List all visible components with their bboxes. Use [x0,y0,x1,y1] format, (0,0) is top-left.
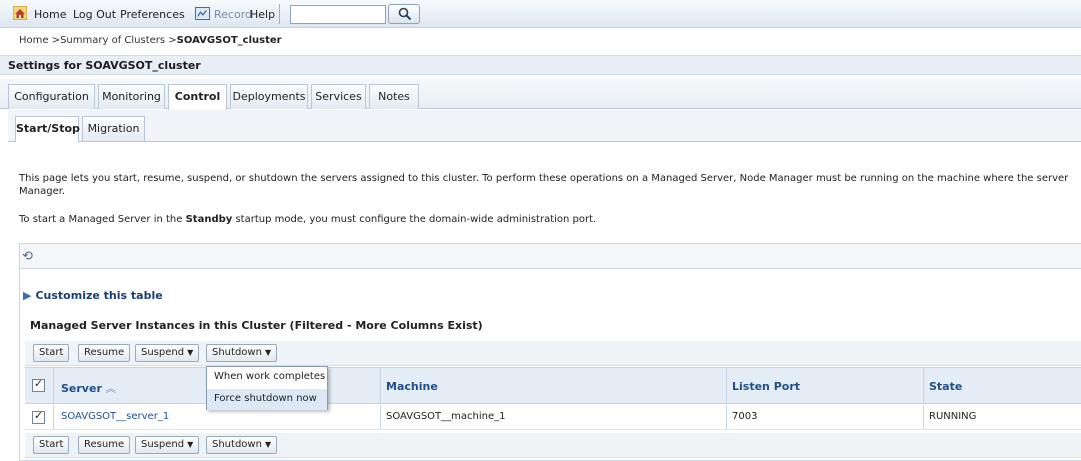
suspend-button[interactable]: Suspend ▼ [135,436,200,454]
column-divider [726,405,727,429]
description-line-2: To start a Managed Server in the Standby… [19,213,596,226]
subtab-start-stop[interactable]: Start/Stop [15,116,80,142]
tab-notes[interactable]: Notes [369,84,419,109]
column-divider [923,405,924,429]
tab-deployments[interactable]: Deployments [230,84,308,109]
column-header-server[interactable]: Server ︽ [61,380,116,395]
column-divider [923,368,924,403]
expand-arrow-icon: ▶ [23,289,32,302]
column-divider [380,405,381,429]
logout-link[interactable]: Log Out [73,8,116,21]
column-header-machine[interactable]: Machine [386,380,438,393]
listen-port-cell: 7003 [732,411,758,422]
column-divider [380,368,381,403]
shutdown-menu: When work completes Force shutdown now [206,366,328,410]
column-header-listen-port[interactable]: Listen Port [732,380,800,393]
chevron-down-icon: ▼ [187,348,194,357]
customize-label: Customize this table [35,289,163,302]
description-line-1b: Manager. [19,186,66,197]
suspend-label: Suspend [141,347,185,358]
start-button[interactable]: Start [33,436,70,454]
chevron-down-icon: ▼ [187,440,194,449]
toolbar-divider [279,4,280,24]
tab-services[interactable]: Services [311,84,366,109]
state-cell: RUNNING [929,411,977,422]
suspend-label: Suspend [141,439,185,450]
server-link[interactable]: SOAVGSOT__server_1 [61,411,169,422]
global-toolbar: Home Log Out Preferences Record Help [0,0,1081,28]
chevron-down-icon: ▼ [264,440,272,449]
machine-cell: SOAVGSOT__machine_1 [386,411,506,422]
table-header: Server ︽ Machine Listen Port State [25,367,1081,404]
shutdown-label: Shutdown [212,439,262,450]
table-row: SOAVGSOT__server_1 SOAVGSOT__machine_1 7… [25,405,1081,430]
refresh-icon[interactable]: ⟲ [22,249,33,264]
shutdown-button[interactable]: Shutdown ▼ [206,436,278,454]
home-icon[interactable] [13,6,27,20]
breadcrumb-current: SOAVGSOT_cluster [176,35,282,46]
description-line-1: This page lets you start, resume, suspen… [19,173,1069,184]
preferences-link[interactable]: Preferences [120,8,185,21]
menu-item-when-work-completes[interactable]: When work completes [207,367,327,388]
customize-table-link[interactable]: ▶ Customize this table [23,289,163,302]
help-link[interactable]: Help [250,8,275,21]
resume-button[interactable]: Resume [78,436,131,454]
select-all-checkbox[interactable] [32,377,45,392]
standby-text-bold: Standby [185,214,233,225]
table-actions-top: Start Resume Suspend ▼ Shutdown ▼ [25,341,1081,366]
record-icon[interactable] [195,7,210,20]
resume-button[interactable]: Resume [78,344,131,362]
subtab-migration[interactable]: Migration [82,116,145,141]
tab-control[interactable]: Control [168,84,227,110]
suspend-button[interactable]: Suspend ▼ [135,344,200,362]
page-title: Settings for SOAVGSOT_cluster [0,55,1081,75]
start-button[interactable]: Start [33,344,70,362]
tab-configuration[interactable]: Configuration [8,84,95,109]
menu-item-force-shutdown-now[interactable]: Force shutdown now [207,389,327,410]
column-header-state[interactable]: State [929,380,962,393]
sort-ascending-icon[interactable]: ︽ [106,384,116,395]
chevron-down-icon: ▼ [264,348,272,357]
search-button[interactable] [388,4,420,24]
panel-toolbar: ⟲ [20,244,1081,269]
table-caption: Managed Server Instances in this Cluster… [30,319,483,332]
column-divider [53,405,54,429]
row-checkbox[interactable] [32,409,45,424]
main-tabs: Configuration Monitoring Control Deploym… [0,79,1081,110]
server-column-label: Server [61,382,102,395]
column-divider [726,368,727,403]
record-link[interactable]: Record [214,8,252,21]
breadcrumb-path[interactable]: Home >Summary of Clusters > [19,35,177,46]
tab-monitoring[interactable]: Monitoring [98,84,165,109]
home-link[interactable]: Home [34,8,66,21]
shutdown-label: Shutdown [212,347,262,358]
shutdown-button[interactable]: Shutdown ▼ [206,344,278,362]
search-icon [398,7,412,21]
standby-text-post: startup mode, you must configure the dom… [232,214,597,225]
sub-tabs: Start/Stop Migration [8,110,1081,142]
column-divider [53,368,54,403]
standby-text-pre: To start a Managed Server in the [19,214,186,225]
table-actions-bottom: Start Resume Suspend ▼ Shutdown ▼ [25,433,1081,458]
breadcrumb: Home >Summary of Clusters >SOAVGSOT_clus… [19,35,282,46]
search-input[interactable] [290,5,386,24]
